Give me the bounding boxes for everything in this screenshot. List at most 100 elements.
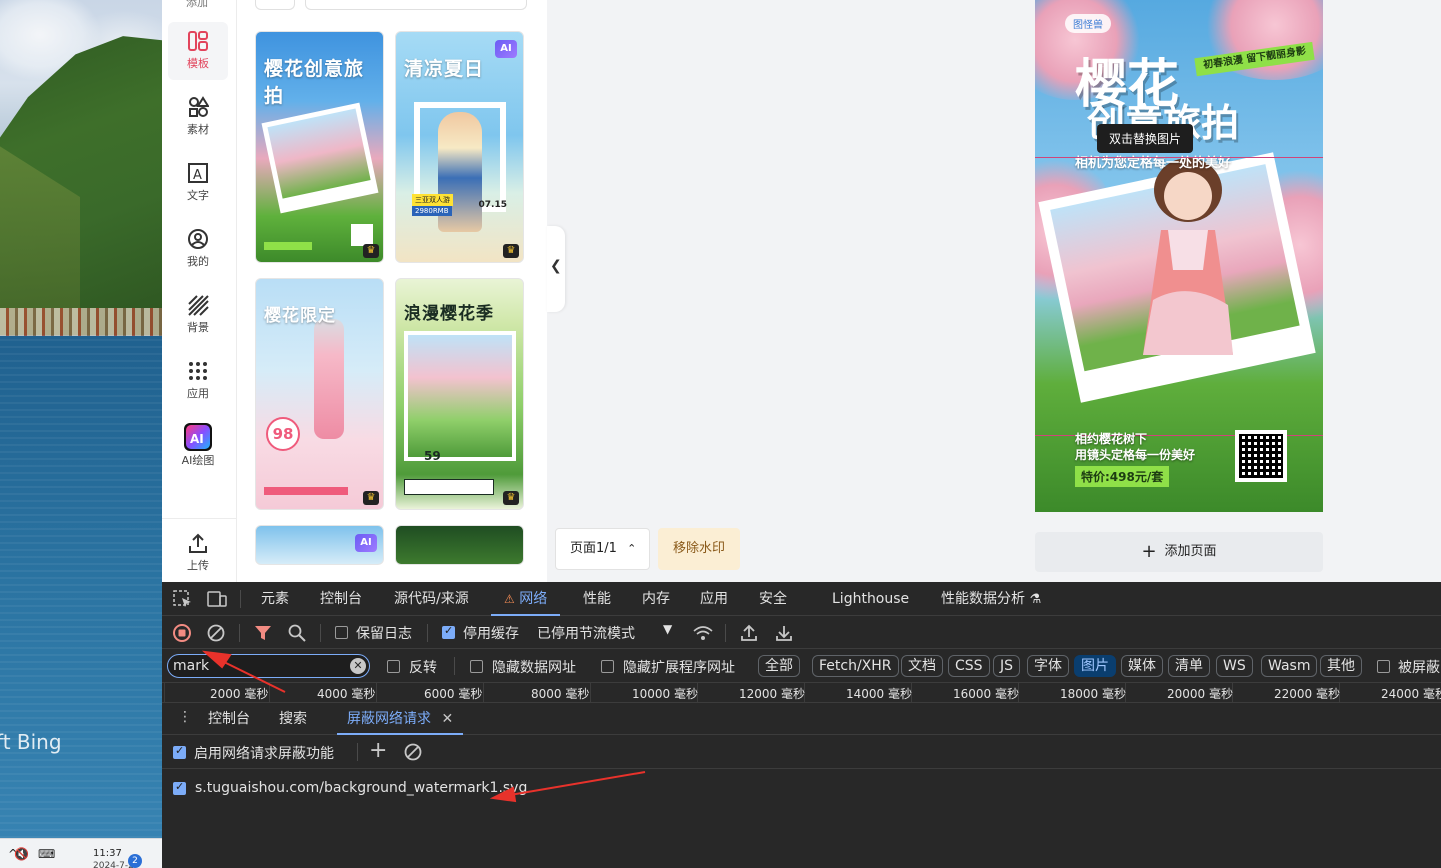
rail-item-background[interactable]: 背景	[168, 286, 228, 344]
tick-line	[269, 683, 270, 702]
devtools-tabbar: 元素 控制台 源代码/来源 ⚠ 网络 性能 内存 应用 安全 Lighthous…	[162, 582, 1441, 616]
preserve-log-checkbox[interactable]	[335, 626, 348, 639]
template-search-input[interactable]	[305, 0, 527, 10]
throttling-select[interactable]: 已停用节流模式	[537, 623, 635, 643]
network-filter-input[interactable]	[167, 654, 370, 678]
timeline-tick: 24000 毫秒	[1381, 687, 1441, 701]
hide-data-urls-checkbox[interactable]	[470, 660, 483, 673]
page-indicator[interactable]: 页面1/1 ⌃	[555, 528, 650, 570]
volume-muted-icon[interactable]: 🔇	[14, 847, 29, 861]
rail-item-mine[interactable]: 我的	[168, 220, 228, 278]
blocked-pattern-row[interactable]: s.tuguaishou.com/background_watermark1.s…	[162, 777, 1441, 801]
template-price: 2980RMB	[412, 206, 452, 216]
template-icon	[188, 31, 208, 51]
tab-performance[interactable]: 性能	[583, 582, 611, 616]
tab-network[interactable]: ⚠ 网络	[491, 582, 561, 616]
close-icon[interactable]: ✕	[441, 711, 453, 727]
event-strip	[264, 487, 348, 495]
more-options-icon[interactable]: ⋮	[178, 709, 192, 725]
device-toolbar-icon[interactable]	[207, 590, 227, 608]
poster-price[interactable]: 特价:498元/套	[1075, 466, 1170, 487]
disable-cache-checkbox[interactable]	[442, 624, 455, 639]
girl-figure	[1143, 158, 1233, 355]
qr-code[interactable]	[1235, 430, 1287, 482]
tab-security[interactable]: 安全	[759, 582, 787, 616]
category-dropdown[interactable]	[255, 0, 295, 10]
stop-recording-icon[interactable]	[173, 624, 191, 642]
invert-label: 反转	[409, 660, 437, 676]
tab-performance-insights[interactable]: 性能数据分析 ⚗	[941, 582, 1041, 616]
type-filter-wasm[interactable]: Wasm	[1261, 655, 1318, 677]
product-bottle	[314, 319, 344, 439]
blocked-pattern-checkbox[interactable]	[173, 780, 186, 795]
poster-slogan[interactable]: 相机为您定格每一处的美好	[1075, 152, 1231, 171]
import-har-icon[interactable]	[740, 624, 758, 642]
type-filter-font[interactable]: 字体	[1027, 655, 1069, 677]
clear-icon[interactable]	[207, 624, 225, 642]
rail-item-materials[interactable]: 素材	[168, 88, 228, 146]
rail-item-apps[interactable]: 应用	[168, 352, 228, 410]
toolbar-divider	[454, 657, 455, 675]
drawer-tab-search[interactable]: 搜索	[279, 703, 307, 735]
remove-watermark-button[interactable]: 移除水印	[658, 528, 740, 570]
poster-bottom-line[interactable]: 用镜头定格每一份美好	[1075, 446, 1195, 463]
rail-item-upload[interactable]: 上传	[168, 524, 228, 582]
search-icon[interactable]	[288, 624, 306, 642]
remove-all-patterns-icon[interactable]	[404, 743, 422, 761]
network-timeline-overview[interactable]: 2000 毫秒 4000 毫秒 6000 毫秒 8000 毫秒 10000 毫秒…	[162, 683, 1441, 703]
rail-item-templates[interactable]: 模板	[168, 22, 228, 80]
tab-lighthouse[interactable]: Lighthouse	[832, 582, 909, 616]
clock-time[interactable]: 11:37	[93, 848, 122, 859]
photo-frame	[404, 331, 516, 461]
plus-icon: +	[1141, 541, 1157, 562]
export-har-icon[interactable]	[775, 624, 793, 642]
tab-elements[interactable]: 元素	[261, 582, 289, 616]
drawer-tab-console[interactable]: 控制台	[208, 703, 250, 735]
type-filter-all[interactable]: 全部	[758, 655, 800, 677]
design-canvas[interactable]: 图怪兽 樱花 创意旅拍 初春浪漫 留下靓丽身影 相机为您定格每一处的美好 相约樱…	[1035, 0, 1323, 512]
invert-checkbox[interactable]	[387, 660, 400, 673]
price-circle: 98	[266, 417, 300, 451]
tab-sources[interactable]: 源代码/来源	[394, 582, 469, 616]
timeline-tick: 12000 毫秒	[739, 687, 805, 701]
type-filter-css[interactable]: CSS	[948, 655, 990, 677]
type-filter-ws[interactable]: WS	[1216, 655, 1253, 677]
warning-icon: ⚠	[504, 592, 515, 606]
tab-console[interactable]: 控制台	[320, 582, 362, 616]
toolbar-divider	[240, 590, 241, 608]
type-filter-other[interactable]: 其他	[1320, 655, 1362, 677]
tab-application[interactable]: 应用	[700, 582, 728, 616]
poster-bottom-line[interactable]: 相约樱花树下	[1075, 430, 1147, 447]
rail-item-text[interactable]: A 文字	[168, 154, 228, 212]
type-filter-manifest[interactable]: 清单	[1168, 655, 1210, 677]
enable-blocking-checkbox[interactable]	[173, 744, 186, 759]
hide-extension-urls-checkbox[interactable]	[601, 660, 614, 673]
network-conditions-icon[interactable]	[693, 625, 713, 641]
drawer-tab-network-blocking[interactable]: 屏蔽网络请求 ✕	[337, 703, 464, 735]
template-card[interactable]: 樱花限定 98 ♛	[255, 278, 384, 510]
blocked-requests-checkbox[interactable]	[1377, 660, 1390, 673]
rail-item-ai-paint[interactable]: AI AI绘图	[168, 418, 228, 476]
filter-icon[interactable]	[254, 625, 272, 641]
svg-text:AI: AI	[190, 432, 204, 446]
inspect-element-icon[interactable]	[173, 590, 193, 608]
dropdown-arrow-icon[interactable]: ▼	[663, 622, 672, 636]
template-card[interactable]	[395, 525, 524, 565]
type-filter-js[interactable]: JS	[993, 655, 1021, 677]
clear-filter-icon[interactable]: ✕	[350, 658, 366, 674]
type-filter-fetch-xhr[interactable]: Fetch/XHR	[812, 655, 899, 677]
template-card[interactable]: 樱花创意旅拍 ♛	[255, 31, 384, 263]
collapse-panel-button[interactable]: ❮	[547, 226, 565, 312]
tab-memory[interactable]: 内存	[642, 582, 670, 616]
template-card[interactable]: 浪漫樱花季 59 ♛	[395, 278, 524, 510]
template-card[interactable]: AI	[255, 525, 384, 565]
type-filter-media[interactable]: 媒体	[1121, 655, 1163, 677]
type-filter-img[interactable]: 图片	[1074, 655, 1116, 677]
type-filter-doc[interactable]: 文档	[901, 655, 943, 677]
rail-top-label[interactable]: 添加	[186, 0, 208, 10]
input-method-icon[interactable]: ⌨	[38, 847, 55, 861]
notification-badge[interactable]: 2	[128, 854, 142, 868]
template-card[interactable]: 清凉夏日 AI 三亚双人游 2980RMB 07.15 ♛	[395, 31, 524, 263]
add-pattern-icon[interactable]: +	[369, 738, 387, 763]
add-page-button[interactable]: + 添加页面	[1035, 532, 1323, 572]
